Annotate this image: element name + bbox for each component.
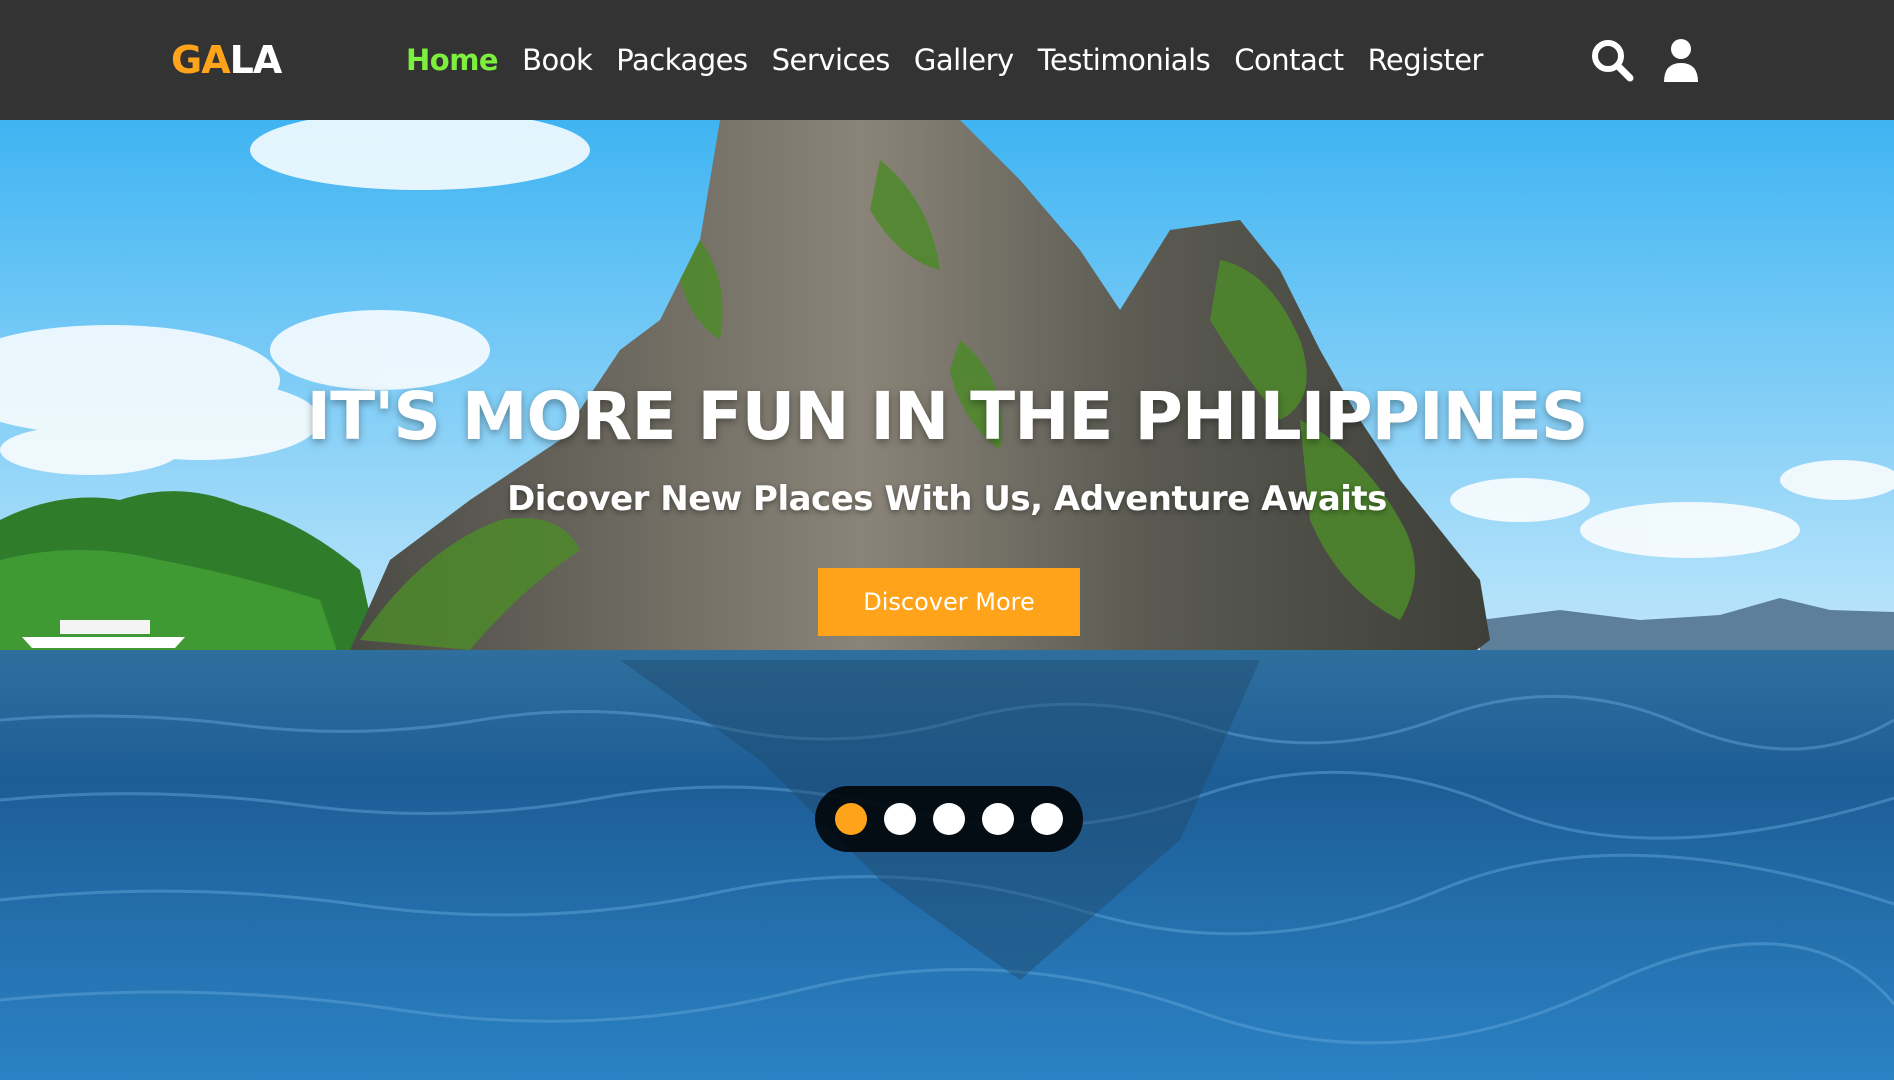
nav-services[interactable]: Services: [772, 36, 891, 84]
nav-gallery[interactable]: Gallery: [914, 36, 1014, 84]
user-icon: [1664, 39, 1698, 82]
slider-dot-5[interactable]: [1031, 803, 1063, 835]
hero-headline: IT'S MORE FUN IN THE PHILIPPINES: [306, 378, 1589, 455]
main-nav: Home Book Packages Services Gallery Test…: [406, 36, 1483, 84]
slider-dot-4[interactable]: [982, 803, 1014, 835]
site-header: GALA Home Book Packages Services Gallery…: [0, 0, 1894, 120]
logo-part-ga: GA: [171, 38, 231, 82]
search-button[interactable]: [1588, 36, 1636, 84]
nav-home[interactable]: Home: [406, 36, 499, 84]
hero-subheadline: Dicover New Places With Us, Adventure Aw…: [507, 479, 1387, 519]
nav-contact[interactable]: Contact: [1234, 36, 1344, 84]
logo[interactable]: GALA: [171, 36, 283, 84]
nav-register[interactable]: Register: [1368, 36, 1484, 84]
nav-packages[interactable]: Packages: [616, 36, 748, 84]
user-button[interactable]: [1657, 36, 1705, 84]
hero-banner: IT'S MORE FUN IN THE PHILIPPINES Dicover…: [0, 120, 1894, 1080]
nav-book[interactable]: Book: [522, 36, 593, 84]
slider-pagination: [815, 786, 1083, 852]
discover-more-button[interactable]: Discover More: [818, 568, 1080, 636]
slider-dot-3[interactable]: [933, 803, 965, 835]
search-icon: [1592, 40, 1634, 82]
slider-dot-2[interactable]: [884, 803, 916, 835]
nav-testimonials[interactable]: Testimonials: [1038, 36, 1211, 84]
logo-part-la: LA: [229, 38, 283, 82]
slider-dot-1[interactable]: [835, 803, 867, 835]
